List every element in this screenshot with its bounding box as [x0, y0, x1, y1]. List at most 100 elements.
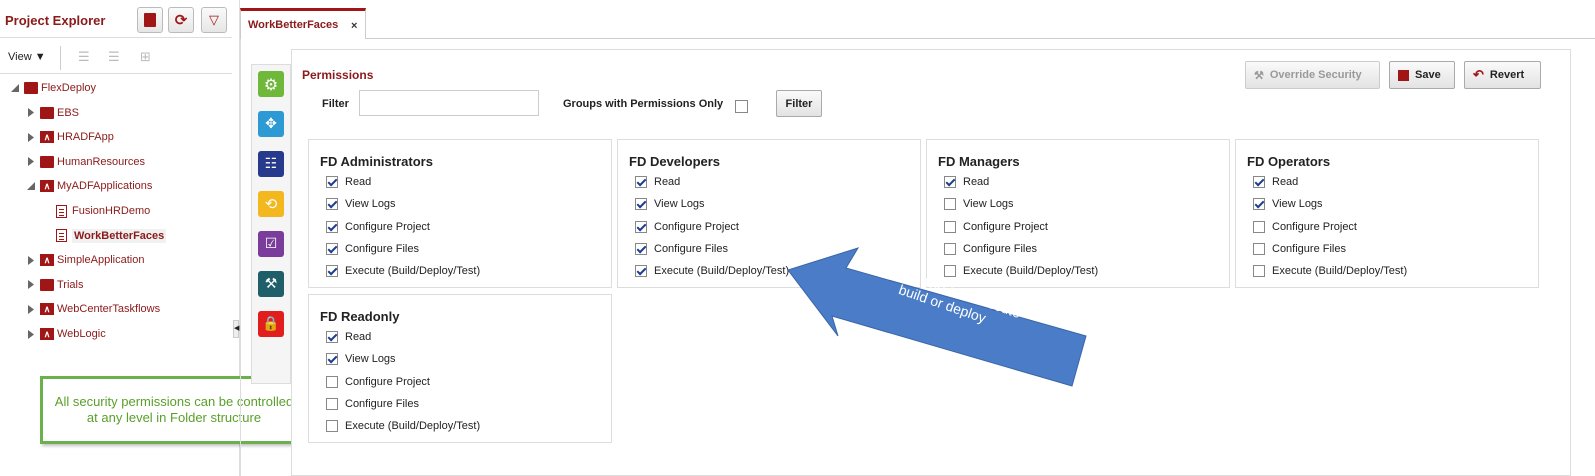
- permission-checkbox[interactable]: [326, 176, 338, 188]
- group-card-fd-administrators: FD Administrators Read View Logs Configure …: [308, 139, 612, 288]
- link-icon[interactable]: ⊞: [140, 50, 151, 65]
- collapsed-caret-icon[interactable]: [26, 329, 36, 339]
- tree-node-myadfapplications[interactable]: ∧ MyADFApplications: [26, 176, 152, 196]
- network-icon: ✥: [265, 116, 277, 132]
- permission-checkbox[interactable]: [635, 176, 647, 188]
- permission-checkbox[interactable]: [944, 220, 956, 233]
- editor-tabbar: WorkBetterFaces ×: [240, 0, 1595, 39]
- group-name: FD Administrators: [320, 154, 433, 169]
- refresh-button[interactable]: ⟳: [168, 7, 194, 33]
- sidetab-integration[interactable]: ✥: [258, 111, 284, 137]
- tree-node-label: FlexDeploy: [41, 82, 97, 94]
- permission-row: View Logs: [326, 351, 396, 367]
- permission-checkbox[interactable]: [326, 242, 338, 255]
- tree-node-webcentertaskflows[interactable]: ∧ WebCenterTaskflows: [26, 299, 160, 319]
- view-menu[interactable]: View ▼: [8, 51, 46, 63]
- application-icon: ∧: [40, 180, 54, 193]
- permission-label: Execute (Build/Deploy/Test): [1272, 265, 1408, 278]
- permission-label: Read: [963, 176, 990, 188]
- permission-checkbox[interactable]: [326, 220, 338, 233]
- expanded-caret-icon[interactable]: [10, 83, 20, 93]
- checklist-icon: ☑: [264, 236, 278, 252]
- permission-row: Configure Project: [944, 219, 1048, 235]
- permission-label: Execute (Build/Deploy/Test): [345, 265, 481, 278]
- sidetab-security[interactable]: 🔒: [258, 311, 284, 337]
- group-name: FD Managers: [938, 154, 1020, 169]
- lock-icon: 🔒: [262, 316, 280, 332]
- collapsed-caret-icon[interactable]: [26, 132, 36, 142]
- application-icon: ∧: [40, 328, 54, 340]
- collapsed-caret-icon[interactable]: [26, 304, 36, 314]
- tree-node-weblogic[interactable]: ∧ WebLogic: [26, 324, 106, 344]
- permission-checkbox[interactable]: [1253, 198, 1265, 211]
- tree-node-simpleapplication[interactable]: ∧ SimpleApplication: [26, 250, 144, 270]
- permission-row: Configure Files: [326, 241, 419, 257]
- permissions-title: Permissions: [302, 68, 374, 82]
- explorer-toolbar: View ▼ ☰ ☰ ⊞: [0, 42, 232, 74]
- permission-checkbox[interactable]: [1253, 242, 1265, 255]
- permission-checkbox[interactable]: [635, 198, 647, 211]
- sidetab-deploy[interactable]: ⚒: [258, 271, 284, 297]
- permission-checkbox[interactable]: [326, 331, 338, 343]
- permission-checkbox[interactable]: [1253, 265, 1265, 278]
- refresh-icon: ⟳: [174, 11, 188, 29]
- permission-row: Read: [1253, 174, 1298, 190]
- filter-tree-button[interactable]: ▽: [201, 7, 227, 33]
- sidetab-test[interactable]: ☑: [258, 231, 284, 257]
- permission-checkbox[interactable]: [944, 198, 956, 211]
- tree-node-trials[interactable]: Trials: [26, 275, 83, 295]
- tree-node-label: HumanResources: [57, 155, 146, 168]
- tree-node-hradfapp[interactable]: ∧ HRADFApp: [26, 127, 114, 147]
- expand-all-icon[interactable]: ☰: [108, 50, 120, 65]
- permission-checkbox[interactable]: [326, 265, 338, 278]
- permission-checkbox[interactable]: [1253, 220, 1265, 233]
- permission-checkbox[interactable]: [1253, 176, 1265, 188]
- tree-node-label: EBS: [57, 106, 80, 119]
- collapsed-caret-icon[interactable]: [26, 280, 36, 290]
- permission-row: Configure Project: [326, 374, 430, 390]
- tab-workbetterfaces[interactable]: WorkBetterFaces ×: [240, 8, 366, 39]
- permission-checkbox[interactable]: [326, 198, 338, 211]
- undo-icon: ↶: [1473, 67, 1484, 82]
- new-project-button[interactable]: [137, 7, 163, 33]
- tree-node-fusionhrdemo[interactable]: FusionHRDemo: [56, 201, 150, 221]
- collapsed-caret-icon[interactable]: [26, 255, 36, 265]
- collapsed-caret-icon[interactable]: [26, 157, 36, 167]
- collapse-all-icon[interactable]: ☰: [78, 50, 90, 65]
- save-button[interactable]: Save: [1389, 61, 1455, 89]
- permission-label: Execute (Build/Deploy/Test): [654, 265, 790, 278]
- permission-checkbox[interactable]: [326, 397, 338, 410]
- filter-button[interactable]: Filter: [776, 90, 822, 117]
- override-security-button[interactable]: ⚒ Override Security: [1245, 61, 1380, 89]
- project-icon: [56, 229, 67, 243]
- tree-node-flexdeploy[interactable]: FlexDeploy: [10, 78, 96, 98]
- permission-checkbox[interactable]: [635, 242, 647, 255]
- permission-checkbox[interactable]: [326, 420, 338, 433]
- project-icon: [56, 204, 67, 218]
- permission-checkbox[interactable]: [635, 265, 647, 278]
- tree-node-label: MyADFApplications: [57, 180, 153, 193]
- collapsed-caret-icon[interactable]: [26, 108, 36, 118]
- sidetab-workflow[interactable]: ⚙: [258, 71, 284, 97]
- permission-label: Read: [345, 176, 372, 188]
- sidetab-build[interactable]: ⟲: [258, 191, 284, 217]
- collapse-panel-handle[interactable]: ◀: [233, 320, 239, 338]
- close-icon[interactable]: ×: [351, 20, 357, 32]
- revert-button[interactable]: ↶ Revert: [1464, 61, 1541, 89]
- expanded-caret-icon[interactable]: [26, 181, 36, 191]
- caret-down-icon: ▼: [34, 51, 46, 63]
- tree-node-workbetterfaces[interactable]: WorkBetterFaces: [56, 226, 167, 246]
- permission-checkbox[interactable]: [635, 220, 647, 233]
- groups-only-checkbox[interactable]: [735, 100, 748, 113]
- permission-checkbox[interactable]: [326, 353, 338, 366]
- save-label: Save: [1415, 69, 1441, 81]
- permission-checkbox[interactable]: [326, 375, 338, 388]
- permission-label: Configure Project: [654, 220, 739, 233]
- filter-input[interactable]: [359, 90, 539, 116]
- permission-checkbox[interactable]: [944, 176, 956, 188]
- permission-label: Read: [345, 331, 372, 343]
- groups-only-label: Groups with Permissions Only: [563, 98, 724, 110]
- sidetab-properties[interactable]: ☷: [258, 151, 284, 177]
- tree-node-humanresources[interactable]: HumanResources: [26, 152, 145, 172]
- tree-node-ebs[interactable]: EBS: [26, 103, 79, 123]
